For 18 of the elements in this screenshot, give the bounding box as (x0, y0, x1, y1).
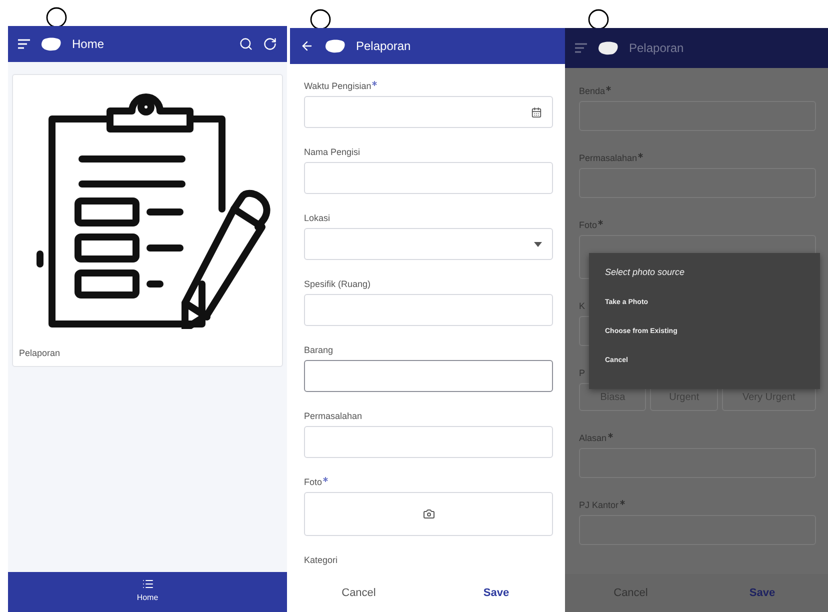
field-label: Kategori (304, 555, 338, 566)
field-label: Foto (579, 220, 598, 231)
field-label: Waktu Pengisian (304, 81, 372, 92)
field-label: Permasalahan (304, 411, 362, 422)
app-bar-title: Pelaporan (356, 39, 412, 53)
field-label: Barang (304, 345, 334, 356)
field-label: PJ Kantor (579, 500, 619, 511)
app-bar-title: Pelaporan (629, 41, 685, 55)
field-label: Benda (579, 86, 606, 97)
field-label: Spesifik (Ruang) (304, 279, 371, 290)
field-label: Nama Pengisi (304, 147, 360, 158)
dialog-title: Select photo source (605, 267, 686, 277)
field-label: Lokasi (304, 213, 330, 224)
app-bar-title: Home (72, 37, 106, 51)
field-label: Permasalahan (579, 153, 638, 164)
field-label: Alasan (579, 433, 607, 444)
field-label: Foto (304, 477, 322, 488)
card-caption: Pelaporan (19, 348, 62, 358)
